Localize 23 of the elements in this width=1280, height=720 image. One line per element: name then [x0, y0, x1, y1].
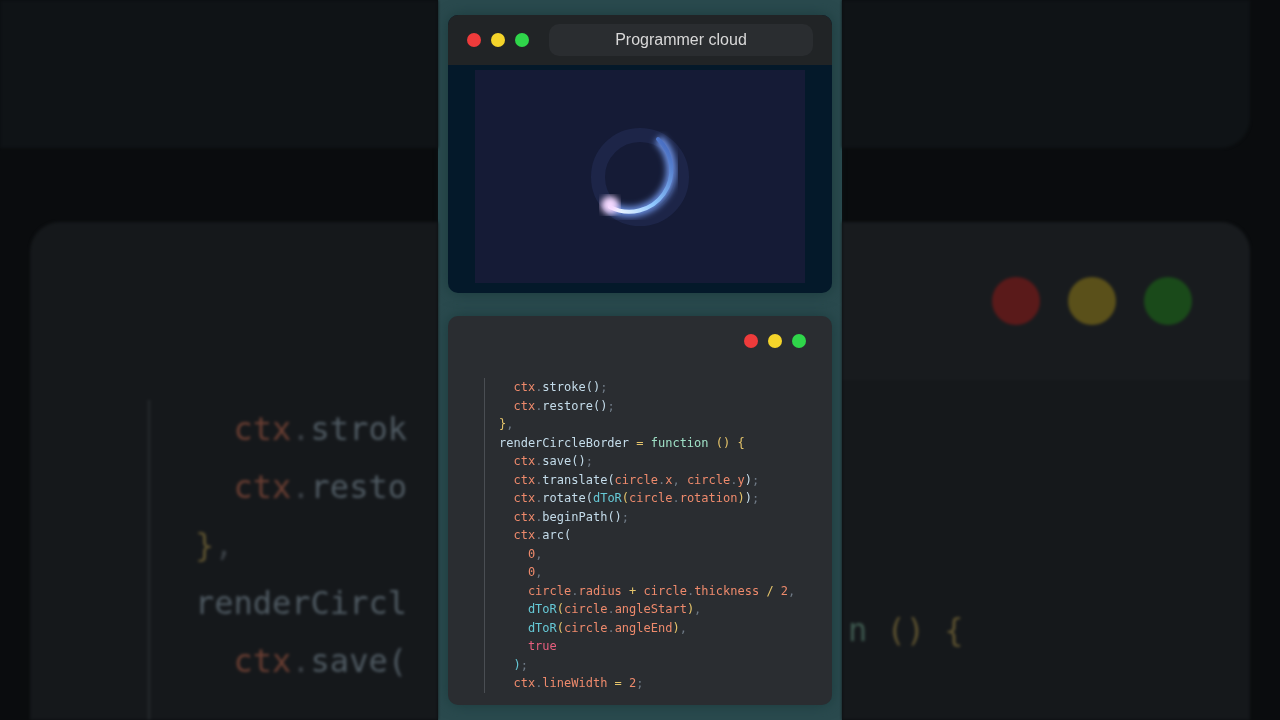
- code-line: ctx.save(: [232, 641, 407, 682]
- code-line: ctx.arc(: [512, 527, 572, 544]
- code-line: dToR(circle.angleStart),: [526, 601, 702, 618]
- code-line: ctx.save();: [512, 453, 593, 470]
- code-line: true: [526, 638, 557, 655]
- window-title: Programmer cloud: [549, 24, 813, 56]
- code-line: 0,: [526, 564, 543, 581]
- code-line: ctx.translate(circle.x, circle.y);: [512, 471, 760, 489]
- code-line: renderCircl: [195, 583, 407, 624]
- code-line: dToR(circle.angleEnd),: [526, 619, 687, 637]
- code-line: ctx.beginPath();: [512, 508, 630, 526]
- code-line: renderCircleBorder = function () {: [499, 434, 745, 452]
- code-line: ctx.rotate(dToR(circle.rotation));: [512, 490, 760, 507]
- code-line: ctx.stroke();: [512, 379, 608, 396]
- code-line: );: [512, 656, 528, 674]
- code-line: circle.radius + circle.thickness / 2,: [526, 582, 796, 600]
- code-line: ctx.strok: [232, 409, 407, 450]
- code-line: 0,: [526, 545, 543, 563]
- code-line: ctx.resto: [232, 467, 407, 508]
- code-line: },: [499, 416, 514, 433]
- code-line: ctx.restore();: [512, 397, 615, 415]
- code-line: },: [195, 525, 234, 566]
- code-line: ctx.lineWidth = 2;: [512, 675, 644, 692]
